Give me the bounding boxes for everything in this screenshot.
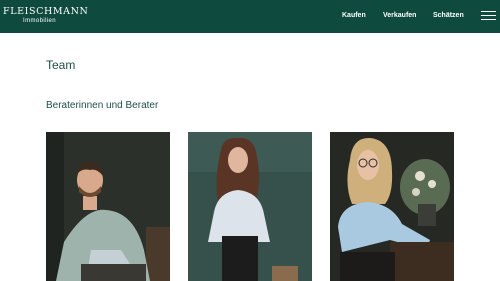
page-title: Team <box>46 58 76 72</box>
logo-wordmark: FLEISCHMANN <box>3 6 89 17</box>
logo-subtitle: Immobilien <box>23 18 57 24</box>
advisor-card[interactable] <box>188 132 312 281</box>
section-title: Beraterinnen und Berater <box>46 100 159 111</box>
advisor-card[interactable] <box>330 132 454 281</box>
advisor-photo-man-light-shirt <box>46 132 170 281</box>
nav-link-schaetzen[interactable]: Schätzen <box>433 11 464 20</box>
advisor-photo-woman-dark-hair <box>188 132 312 281</box>
nav-link-kaufen[interactable]: Kaufen <box>342 11 366 20</box>
nav-link-verkaufen[interactable]: Verkaufen <box>383 11 416 20</box>
top-navigation-bar: FLEISCHMANN Immobilien Kaufen Verkaufen … <box>0 0 500 33</box>
hamburger-menu-icon[interactable] <box>481 11 496 21</box>
advisor-card[interactable] <box>46 132 170 281</box>
brand-logo[interactable]: FLEISCHMANN Immobilien <box>3 6 88 25</box>
advisor-photo-woman-blonde-glasses <box>330 132 454 281</box>
